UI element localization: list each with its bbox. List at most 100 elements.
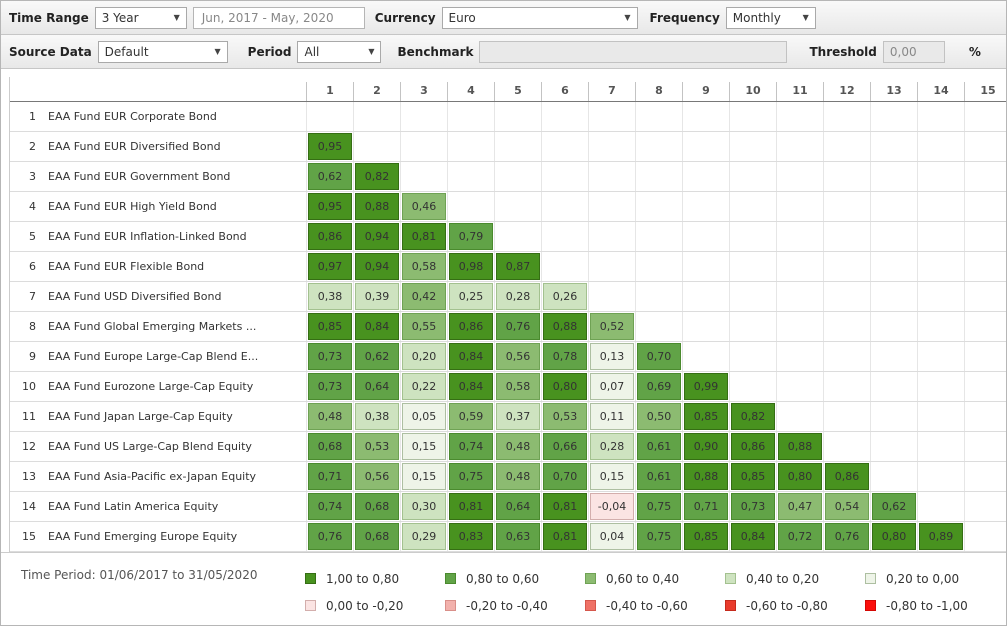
threshold-input[interactable]: [882, 40, 945, 63]
matrix-cell: 0,25: [447, 282, 494, 311]
legend-range-label: -0,20 to -0,40: [466, 598, 548, 613]
fund-category-name: EAA Fund EUR Corporate Bond: [48, 110, 217, 123]
matrix-cell: 0,58: [494, 372, 541, 401]
correlation-value: 0,48: [496, 463, 540, 490]
matrix-cell: 0,15: [400, 462, 447, 491]
correlation-value: 0,56: [496, 343, 540, 370]
correlation-value: 0,61: [637, 463, 681, 490]
correlation-value: 0,64: [355, 373, 399, 400]
matrix-cell: [729, 342, 776, 371]
correlation-value: 0,84: [449, 373, 493, 400]
matrix-cell: [870, 402, 917, 431]
correlation-value: 0,22: [402, 373, 446, 400]
row-label: 3 EAA Fund EUR Government Bond: [10, 162, 306, 191]
matrix-cell: [823, 402, 870, 431]
correlation-value: 0,42: [402, 283, 446, 310]
correlation-value: 0,75: [637, 523, 681, 550]
source-data-select[interactable]: Default ▼: [97, 40, 228, 63]
benchmark-input[interactable]: [479, 40, 788, 63]
correlation-value: 0,50: [637, 403, 681, 430]
legend-item: 0,40 to 0,20: [725, 572, 865, 586]
matrix-cell: [964, 312, 1006, 341]
legend-item: 0,60 to 0,40: [585, 572, 725, 586]
matrix-cell: 0,78: [541, 342, 588, 371]
correlation-value: 0,87: [496, 253, 540, 280]
matrix-cell: [541, 102, 588, 131]
correlation-value: 0,70: [543, 463, 587, 490]
matrix-cell: 0,98: [447, 252, 494, 281]
matrix-cell: [682, 252, 729, 281]
time-range-select[interactable]: 3 Year ▼: [94, 6, 187, 29]
legend-swatch-icon: [585, 600, 596, 611]
correlation-value: 0,15: [402, 433, 446, 460]
legend-range-label: 0,00 to -0,20: [326, 598, 404, 613]
matrix-row: 3 EAA Fund EUR Government Bond 0,62 0,82: [10, 162, 1006, 192]
matrix-cell: [635, 132, 682, 161]
matrix-cell: [494, 192, 541, 221]
correlation-value: 0,70: [637, 343, 681, 370]
correlation-value: -0,04: [590, 493, 634, 520]
legend: 1,00 to 0,80 0,80 to 0,60 0,60 to 0,40 0,40…: [305, 565, 1005, 619]
matrix-cell: [400, 102, 447, 131]
matrix-cell: [494, 222, 541, 251]
matrix-cell: [729, 252, 776, 281]
correlation-value: 0,88: [543, 313, 587, 340]
correlation-value: 0,68: [308, 433, 352, 460]
matrix-cell: [729, 222, 776, 251]
matrix-cell: 0,84: [447, 372, 494, 401]
correlation-value: 0,84: [355, 313, 399, 340]
matrix-cell: 0,76: [494, 312, 541, 341]
legend-item: 1,00 to 0,80: [305, 572, 445, 586]
row-label: 6 EAA Fund EUR Flexible Bond: [10, 252, 306, 281]
correlation-value: 0,81: [449, 493, 493, 520]
matrix-cell: 0,62: [306, 162, 353, 191]
row-number: 7: [29, 290, 36, 303]
matrix-cell: 0,48: [306, 402, 353, 431]
matrix-cell: 0,55: [400, 312, 447, 341]
row-number: 8: [29, 320, 36, 333]
matrix-cell: 0,95: [306, 132, 353, 161]
matrix-cell: 0,46: [400, 192, 447, 221]
matrix-cell: 0,07: [588, 372, 635, 401]
matrix-cell: 0,28: [494, 282, 541, 311]
legend-item: -0,20 to -0,40: [445, 599, 585, 613]
fund-category-name: EAA Fund Latin America Equity: [48, 500, 219, 513]
row-number: 9: [29, 350, 36, 363]
matrix-cell: [964, 522, 1006, 551]
matrix-cell: [729, 312, 776, 341]
correlation-value: 0,78: [543, 343, 587, 370]
matrix-cell: 0,53: [353, 432, 400, 461]
matrix-cell: [870, 102, 917, 131]
correlation-value: 0,84: [731, 523, 775, 550]
row-number: 14: [22, 500, 36, 513]
matrix-cell: 0,85: [682, 522, 729, 551]
matrix-cell: 0,90: [682, 432, 729, 461]
currency-select[interactable]: Euro ▼: [441, 6, 638, 29]
matrix-column-header: 15: [964, 82, 1006, 101]
correlation-value: 0,55: [402, 313, 446, 340]
matrix-cell: [776, 402, 823, 431]
date-range-display[interactable]: Jun, 2017 - May, 2020: [192, 6, 365, 29]
matrix-cell: 0,63: [494, 522, 541, 551]
matrix-cell: [823, 312, 870, 341]
matrix-cell: 0,74: [447, 432, 494, 461]
correlation-value: 0,85: [684, 523, 728, 550]
correlation-value: 0,56: [355, 463, 399, 490]
matrix-cell: [917, 402, 964, 431]
matrix-row: 11 EAA Fund Japan Large-Cap Equity 0,48 0,3…: [10, 402, 1006, 432]
period-select[interactable]: All ▼: [297, 40, 382, 63]
matrix-cell: 0,39: [353, 282, 400, 311]
matrix-cell: 0,54: [823, 492, 870, 521]
matrix-cell: 0,05: [400, 402, 447, 431]
chevron-down-icon: ▼: [624, 13, 631, 22]
matrix-cell: [635, 282, 682, 311]
frequency-select[interactable]: Monthly ▼: [725, 6, 816, 29]
matrix-column-header: 7: [588, 82, 635, 101]
fund-category-name: EAA Fund Emerging Europe Equity: [48, 530, 238, 543]
matrix-cell: [494, 132, 541, 161]
matrix-cell: 0,47: [776, 492, 823, 521]
matrix-cell: [588, 102, 635, 131]
correlation-value: 0,28: [590, 433, 634, 460]
matrix-column-header: 13: [870, 82, 917, 101]
matrix-cell: 0,74: [306, 492, 353, 521]
